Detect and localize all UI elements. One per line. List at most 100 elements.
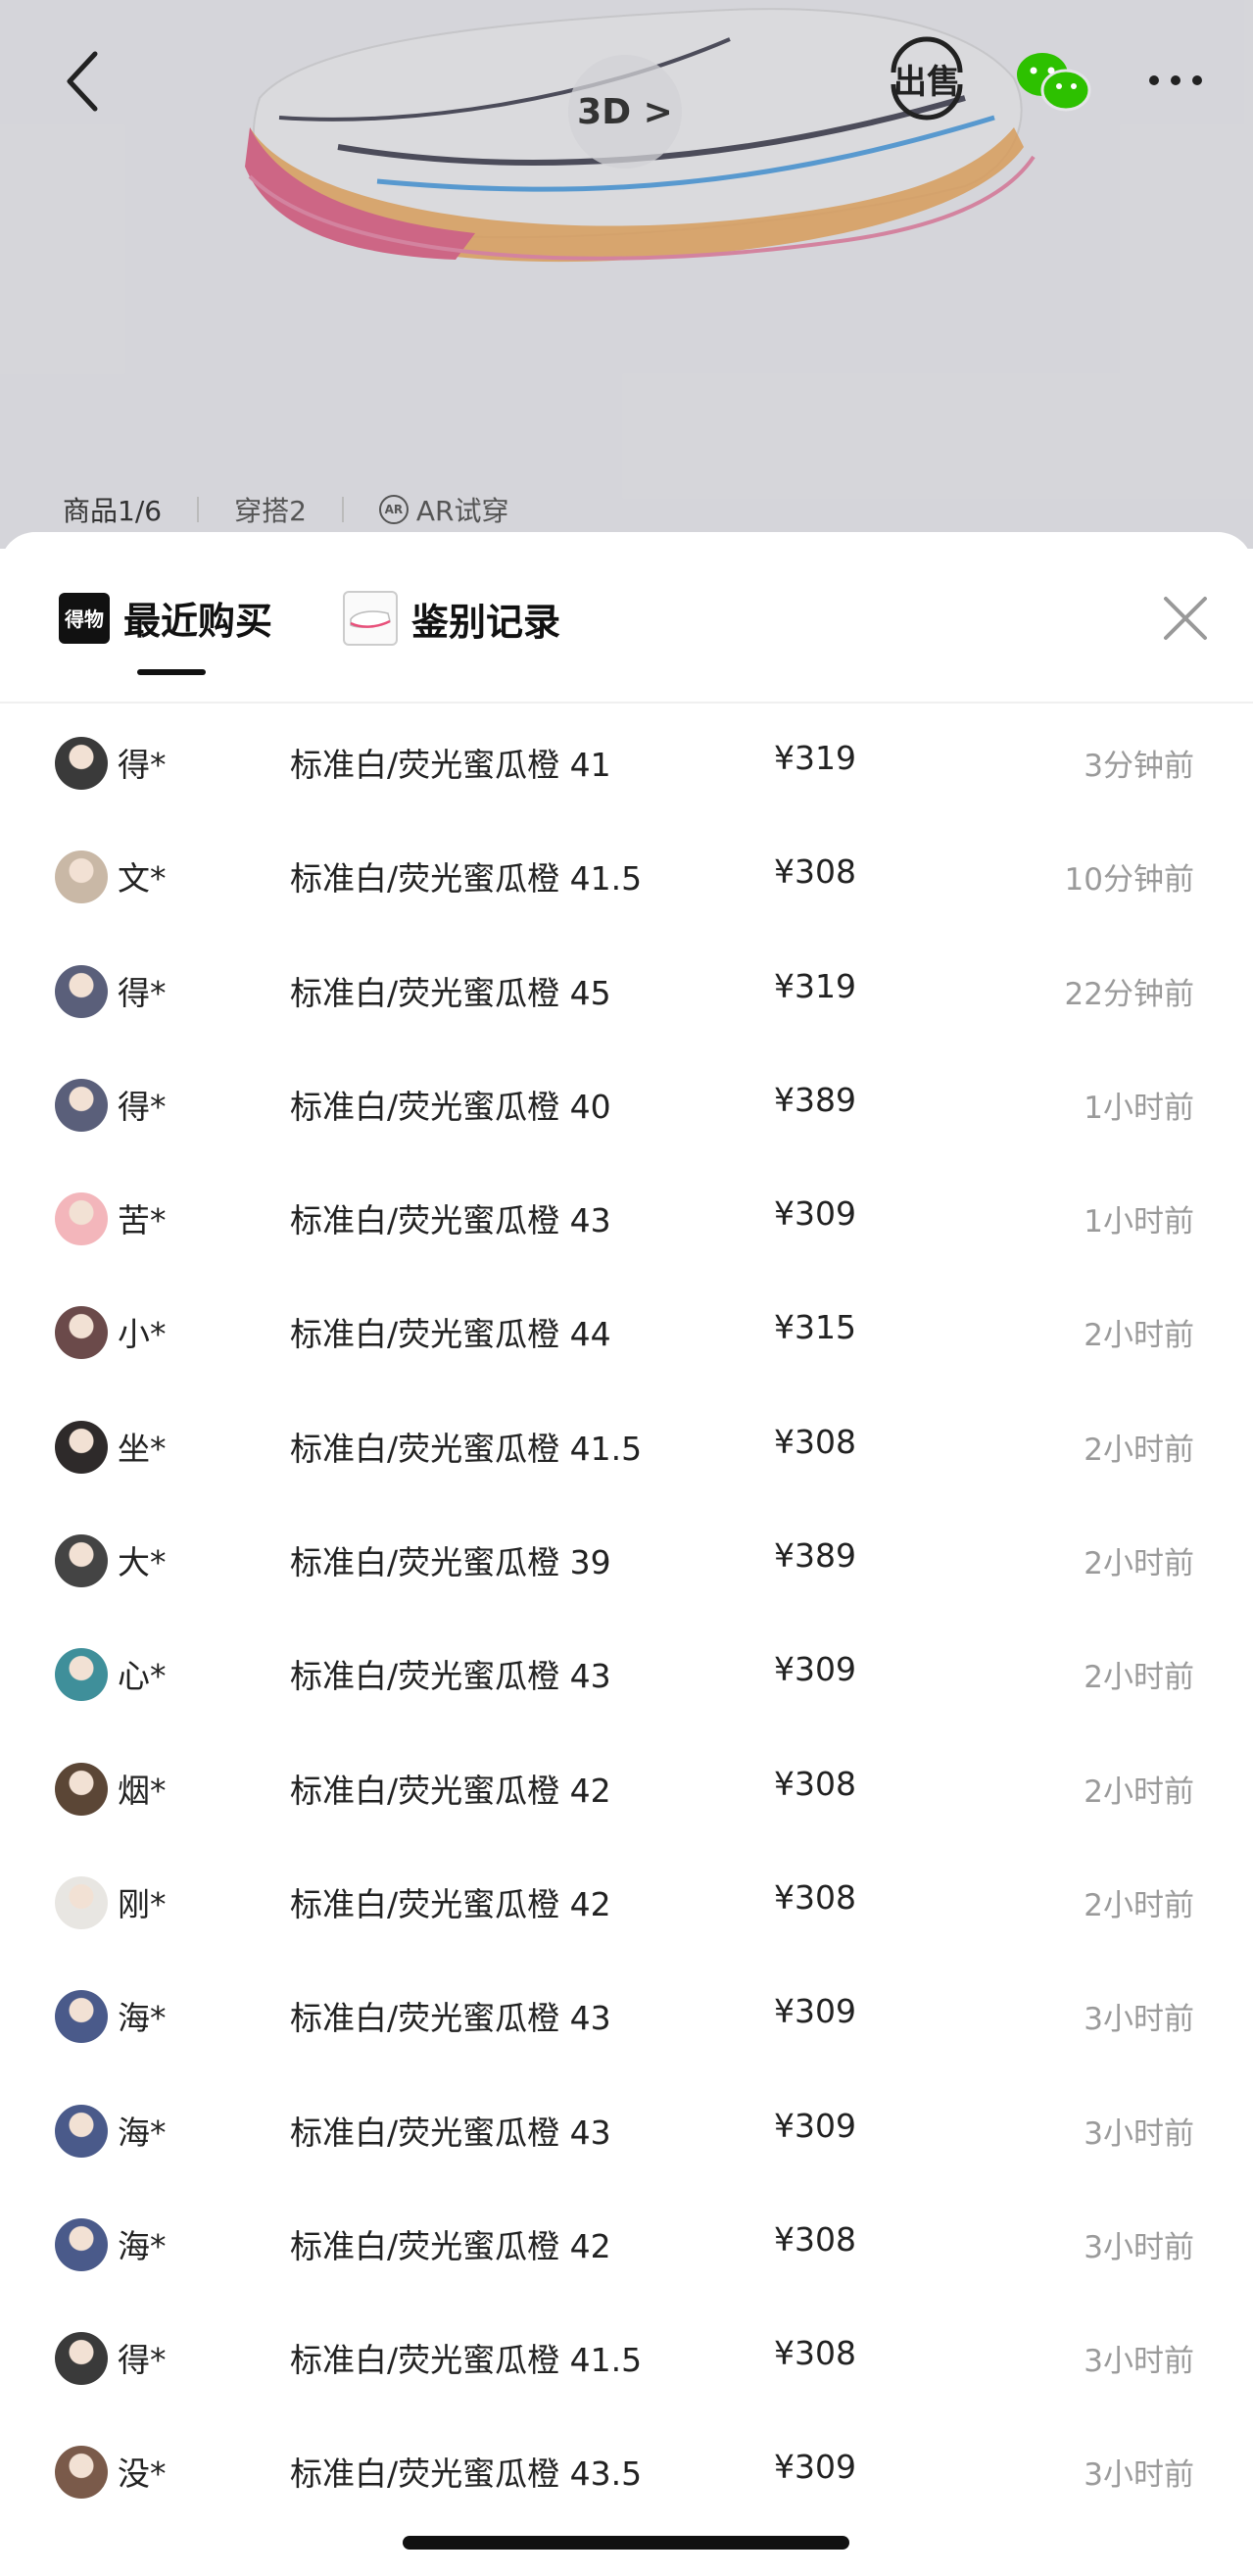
product-spec: 标准白/荧光蜜瓜橙 42: [290, 2226, 611, 2265]
avatar: [55, 1420, 108, 1474]
avatar: [55, 1534, 108, 1588]
tab-recent-label: 最近购买: [123, 600, 273, 643]
buyer-name: 得*: [118, 746, 167, 784]
purchase-time: 1小时前: [1084, 1204, 1194, 1240]
price: ¥309: [774, 2448, 856, 2487]
price: ¥389: [774, 1536, 856, 1576]
product-spec: 标准白/荧光蜜瓜橙 41.5: [290, 1429, 643, 1468]
purchase-time: 3小时前: [1084, 2115, 1194, 2152]
purchase-time: 2小时前: [1084, 1887, 1194, 1923]
list-item: 得* 标准白/荧光蜜瓜橙 41.5 ¥308 3小时前: [0, 2301, 1253, 2414]
purchase-time: 3小时前: [1084, 2344, 1194, 2380]
list-item: 苦* 标准白/荧光蜜瓜橙 43 ¥309 1小时前: [0, 1161, 1253, 1275]
list-item: 海* 标准白/荧光蜜瓜橙 43 ¥309 3小时前: [0, 1959, 1253, 2072]
product-spec: 标准白/荧光蜜瓜橙 43: [290, 1201, 611, 1240]
tab-ar-label: AR试穿: [415, 495, 509, 527]
avatar: [55, 851, 108, 904]
product-spec: 标准白/荧光蜜瓜橙 40: [290, 1087, 611, 1126]
product-spec: 标准白/荧光蜜瓜橙 39: [290, 1543, 611, 1582]
tab-products[interactable]: 商品1/6: [63, 490, 162, 529]
avatar: [55, 1990, 108, 2044]
sell-button[interactable]: 出售: [882, 33, 972, 123]
purchase-time: 2小时前: [1084, 1432, 1194, 1468]
buyer-name: 海*: [118, 1999, 167, 2038]
more-options-button[interactable]: [1136, 51, 1215, 110]
product-spec: 标准白/荧光蜜瓜橙 41.5: [290, 2341, 643, 2380]
price: ¥319: [774, 966, 856, 1005]
list-item: 得* 标准白/荧光蜜瓜橙 45 ¥319 22分钟前: [0, 934, 1253, 1047]
price: ¥389: [774, 1080, 856, 1119]
tab-recent-purchases[interactable]: 得物 最近购买: [59, 591, 272, 645]
dewu-logo-icon: 得物: [59, 592, 110, 644]
buyer-name: 坐*: [118, 1429, 167, 1468]
purchase-records-sheet: 得物 最近购买 鉴别记录 得* 标准白/荧光蜜瓜橙 41 ¥319 3分钟前 文* 标准白…: [0, 532, 1253, 2576]
price: ¥309: [774, 2106, 856, 2145]
view-3d-label: 3D >: [577, 91, 673, 132]
buyer-name: 海*: [118, 2113, 167, 2152]
wechat-share-button[interactable]: [1009, 43, 1097, 122]
purchase-time: 1小时前: [1084, 1090, 1194, 1126]
list-item: 小* 标准白/荧光蜜瓜橙 44 ¥315 2小时前: [0, 1275, 1253, 1388]
wechat-icon: [1017, 53, 1091, 112]
home-indicator: [403, 2536, 849, 2550]
avatar: [55, 1192, 108, 1246]
avatar: [55, 964, 108, 1018]
buyer-name: 没*: [118, 2454, 167, 2494]
sell-ring-icon: [891, 36, 963, 121]
divider: [341, 497, 344, 522]
buyer-name: 海*: [118, 2226, 167, 2265]
list-item: 没* 标准白/荧光蜜瓜橙 43.5 ¥309 3小时前: [0, 2414, 1253, 2528]
ar-icon: AR: [378, 495, 409, 524]
buyer-name: 得*: [118, 1087, 167, 1126]
buyer-name: 文*: [118, 859, 167, 899]
price: ¥308: [774, 1764, 856, 1803]
tab-auth-label: 鉴别记录: [411, 600, 561, 644]
price: ¥308: [774, 1877, 856, 1917]
purchase-time: 2小时前: [1084, 1660, 1194, 1696]
product-spec: 标准白/荧光蜜瓜橙 43: [290, 1999, 611, 2038]
list-item: 刚* 标准白/荧光蜜瓜橙 42 ¥308 2小时前: [0, 1845, 1253, 1959]
purchase-time: 3分钟前: [1084, 749, 1194, 784]
chevron-left-icon: [67, 51, 98, 112]
avatar: [55, 2332, 108, 2386]
purchase-time: 2小时前: [1084, 1318, 1194, 1354]
purchase-record-list: 得* 标准白/荧光蜜瓜橙 41 ¥319 3分钟前 文* 标准白/荧光蜜瓜橙 41.5 ¥3…: [0, 705, 1253, 2529]
product-spec: 标准白/荧光蜜瓜橙 44: [290, 1315, 611, 1354]
purchase-time: 22分钟前: [1064, 976, 1194, 1012]
list-item: 海* 标准白/荧光蜜瓜橙 43 ¥309 3小时前: [0, 2073, 1253, 2187]
price: ¥315: [774, 1308, 856, 1347]
more-dots-icon: [1149, 75, 1202, 85]
tab-authentication-records[interactable]: 鉴别记录: [343, 591, 560, 646]
view-3d-button[interactable]: 3D >: [568, 55, 682, 169]
avatar: [55, 737, 108, 790]
buyer-name: 苦*: [118, 1201, 167, 1240]
list-item: 烟* 标准白/荧光蜜瓜橙 42 ¥308 2小时前: [0, 1731, 1253, 1845]
product-spec: 标准白/荧光蜜瓜橙 41: [290, 746, 611, 784]
buyer-name: 得*: [118, 973, 167, 1012]
product-gallery[interactable]: 3D > 出售 商品1/6 穿搭2 AR AR试穿: [0, 0, 1253, 549]
purchase-time: 3小时前: [1084, 2457, 1194, 2494]
tab-ar-tryon[interactable]: AR AR试穿: [378, 490, 509, 529]
buyer-name: 小*: [118, 1315, 167, 1354]
list-item: 文* 标准白/荧光蜜瓜橙 41.5 ¥308 10分钟前: [0, 819, 1253, 933]
avatar: [55, 1762, 108, 1816]
avatar: [55, 2217, 108, 2271]
buyer-name: 心*: [118, 1657, 167, 1696]
product-spec: 标准白/荧光蜜瓜橙 43: [290, 2113, 611, 2152]
avatar: [55, 2104, 108, 2158]
purchase-time: 2小时前: [1084, 1774, 1194, 1810]
tab-outfits[interactable]: 穿搭2: [234, 490, 307, 529]
divider: [197, 497, 200, 522]
product-spec: 标准白/荧光蜜瓜橙 43.5: [290, 2454, 643, 2494]
avatar: [55, 1306, 108, 1360]
back-button[interactable]: [47, 37, 116, 125]
price: ¥308: [774, 2219, 856, 2259]
close-icon[interactable]: [1156, 589, 1215, 648]
avatar: [55, 2446, 108, 2500]
price: ¥308: [774, 852, 856, 892]
purchase-time: 3小时前: [1084, 2229, 1194, 2265]
product-spec: 标准白/荧光蜜瓜橙 42: [290, 1771, 611, 1810]
shoe-thumbnail-icon: [343, 591, 398, 646]
active-tab-indicator: [137, 669, 206, 675]
sheet-header: 得物 最近购买 鉴别记录: [0, 532, 1253, 704]
